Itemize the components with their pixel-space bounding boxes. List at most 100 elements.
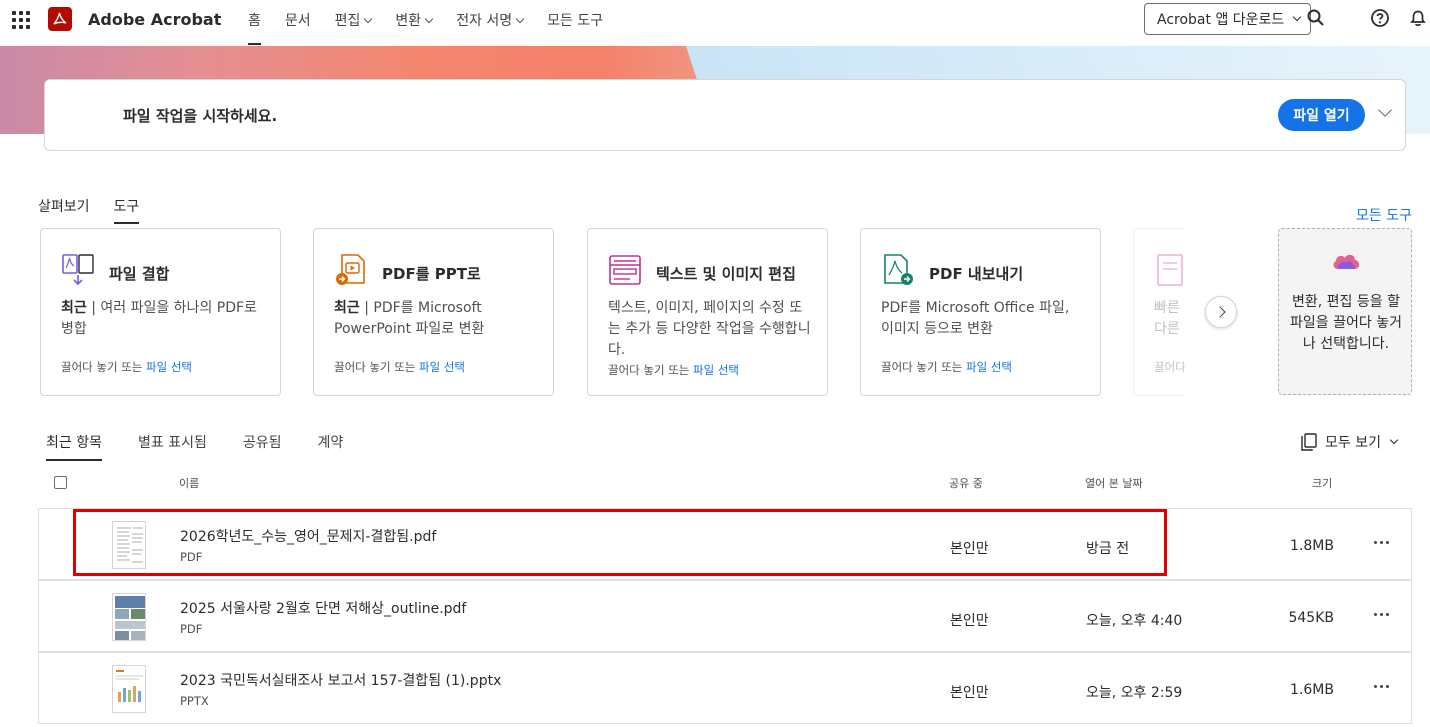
- file-name[interactable]: 2023 국민독서실태조사 보고서 157-결합됨 (1).pptx: [180, 670, 501, 690]
- nav-convert[interactable]: 변환: [395, 10, 434, 44]
- more-options-icon[interactable]: [1372, 607, 1392, 623]
- help-icon[interactable]: [1370, 8, 1390, 28]
- view-all-button[interactable]: 모두 보기: [1300, 432, 1399, 452]
- file-size: 1.8MB: [1290, 538, 1334, 554]
- tool-description: 빠른 다른: [1154, 300, 1180, 337]
- file-type: PPTX: [180, 694, 209, 708]
- nav-e-sign[interactable]: 전자 서명: [456, 10, 525, 44]
- file-thumbnail: [112, 593, 146, 641]
- search-icon[interactable]: [1306, 8, 1326, 28]
- shared-status: 본인만: [950, 685, 989, 701]
- carousel-next-button[interactable]: [1205, 296, 1237, 328]
- tool-card-pdf-to-ppt[interactable]: PDF를 PPT로 최근 | PDF를 Microsoft PowerPoint…: [313, 228, 554, 396]
- table-row[interactable]: 2023 국민독서실태조사 보고서 157-결합됨 (1).pptx PPTX …: [38, 652, 1412, 724]
- tab-agreements[interactable]: 계약: [317, 432, 343, 461]
- tool-description-text: | 여러 파일을 하나의 PDF로 병합: [61, 300, 257, 337]
- shared-status: 본인만: [950, 613, 989, 629]
- table-header: 이름 공유 중 열어 본 날짜 크기: [38, 468, 1412, 498]
- open-file-button[interactable]: 파일 열기: [1278, 99, 1365, 131]
- tool-card-partial[interactable]: 빠른 다른 끌어다: [1133, 228, 1185, 396]
- tool-description-text: PDF를 Microsoft Office 파일, 이미지 등으로 변환: [881, 300, 1070, 337]
- opened-date: 오늘, 오후 4:40: [1086, 613, 1183, 629]
- file-type: PDF: [180, 550, 203, 564]
- nav-label: 모든 도구: [547, 13, 604, 29]
- file-name[interactable]: 2026학년도_수능_영어_문제지-결합됨.pdf: [180, 526, 436, 546]
- column-header-shared[interactable]: 공유 중: [949, 475, 983, 491]
- app-switcher-icon[interactable]: [12, 11, 30, 29]
- tool-title: PDF를 PPT로: [382, 265, 481, 283]
- tab-recent[interactable]: 최근 항목: [46, 432, 102, 461]
- explore-tools-tabs: 살펴보기 도구: [38, 196, 163, 224]
- view-all-label: 모두 보기: [1325, 435, 1381, 451]
- tool-footer: 끌어다 놓기 또는 파일 선택: [334, 359, 465, 375]
- select-file-link[interactable]: 파일 선택: [693, 363, 739, 377]
- export-pdf-icon: [884, 254, 913, 285]
- tool-card-combine[interactable]: 파일 결합 최근 | 여러 파일을 하나의 PDF로 병합 끌어다 놓기 또는 …: [40, 228, 281, 396]
- nav-label: 홈: [248, 13, 261, 29]
- tab-starred[interactable]: 별표 표시됨: [138, 432, 207, 461]
- start-file-panel: 파일 작업을 시작하세요. 파일 열기: [44, 79, 1406, 151]
- column-header-opened[interactable]: 열어 본 날짜: [1085, 475, 1143, 491]
- tab-tools[interactable]: 도구: [113, 196, 139, 224]
- select-file-link[interactable]: 파일 선택: [146, 360, 192, 374]
- cloud-upload-icon: [1333, 254, 1360, 269]
- chevron-down-icon[interactable]: [1378, 103, 1392, 117]
- more-options-icon[interactable]: [1372, 679, 1392, 695]
- tool-title: 텍스트 및 이미지 편집: [656, 265, 796, 283]
- drop-zone-text: 변환, 편집 등을 할 파일을 끌어다 놓거나 선택합니다.: [1290, 294, 1402, 352]
- chevron-down-icon: [515, 14, 525, 24]
- recent-label: 최근: [61, 300, 87, 316]
- download-app-button[interactable]: Acrobat 앱 다운로드: [1144, 3, 1311, 35]
- file-thumbnail: [112, 665, 146, 713]
- slide-preview-icon: [113, 666, 145, 712]
- download-app-label: Acrobat 앱 다운로드: [1157, 12, 1285, 28]
- table-row[interactable]: 2025 서울사랑 2월호 단면 저해상_outline.pdf PDF 본인만…: [38, 580, 1412, 652]
- tool-card-edit-text-image[interactable]: 텍스트 및 이미지 편집 텍스트, 이미지, 페이지의 수정 또는 추가 등 다…: [587, 228, 828, 396]
- tool-footer: 끌어다 놓기 또는 파일 선택: [881, 359, 1012, 375]
- file-drop-zone[interactable]: 변환, 편집 등을 할 파일을 끌어다 놓거나 선택합니다.: [1278, 228, 1412, 395]
- notification-bell-icon[interactable]: [1408, 8, 1428, 28]
- column-header-size[interactable]: 크기: [1312, 475, 1332, 491]
- nav-all-tools[interactable]: 모든 도구: [547, 10, 603, 44]
- nav-documents[interactable]: 문서: [285, 10, 311, 44]
- drag-drop-text: 끌어다 놓기 또는: [334, 360, 420, 374]
- app-name[interactable]: Adobe Acrobat: [88, 10, 221, 29]
- nav-label: 변환: [395, 13, 422, 29]
- copy-pages-icon: [1301, 433, 1317, 451]
- tool-description: PDF를 Microsoft Office 파일, 이미지 등으로 변환: [881, 298, 1086, 340]
- start-prompt: 파일 작업을 시작하세요.: [123, 107, 278, 125]
- tool-description: 텍스트, 이미지, 페이지의 수정 또는 추가 등 다양한 작업을 수행합니다.: [608, 298, 813, 361]
- magazine-preview-icon: [113, 594, 145, 640]
- tool-description: 최근 | 여러 파일을 하나의 PDF로 병합: [61, 298, 266, 340]
- combine-files-icon: [62, 254, 94, 286]
- nav-label: 전자 서명: [456, 13, 513, 29]
- tool-footer: 끌어다 놓기 또는 파일 선택: [61, 359, 192, 375]
- recent-files-tabs: 최근 항목 별표 표시됨 공유됨 계약: [46, 432, 379, 461]
- file-name[interactable]: 2025 서울사랑 2월호 단면 저해상_outline.pdf: [180, 598, 466, 618]
- more-options-icon[interactable]: [1372, 535, 1392, 551]
- select-file-link[interactable]: 파일 선택: [966, 360, 1012, 374]
- column-header-name[interactable]: 이름: [179, 475, 199, 491]
- select-file-link[interactable]: 파일 선택: [419, 360, 465, 374]
- nav-home[interactable]: 홈: [248, 10, 261, 45]
- drag-drop-text: 끌어다 놓기 또는: [881, 360, 967, 374]
- select-all-checkbox[interactable]: [54, 476, 67, 489]
- nav-edit[interactable]: 편집: [335, 10, 373, 44]
- tool-description: 최근 | PDF를 Microsoft PowerPoint 파일로 변환: [334, 298, 539, 340]
- pdf-to-ppt-icon: [336, 254, 365, 285]
- tool-footer: 끌어다: [1154, 360, 1185, 374]
- all-tools-link[interactable]: 모든 도구: [1356, 205, 1412, 225]
- tab-shared[interactable]: 공유됨: [243, 432, 282, 461]
- acrobat-logo-icon[interactable]: [48, 7, 72, 31]
- recent-label: 최근: [334, 300, 360, 316]
- chevron-down-icon: [364, 14, 373, 24]
- table-row[interactable]: 2026학년도_수능_영어_문제지-결합됨.pdf PDF 본인만 방금 전 1…: [38, 508, 1412, 580]
- tool-card-export-pdf[interactable]: PDF 내보내기 PDF를 Microsoft Office 파일, 이미지 등…: [860, 228, 1101, 396]
- opened-date: 오늘, 오후 2:59: [1086, 685, 1183, 701]
- tab-explore[interactable]: 살펴보기: [38, 196, 90, 224]
- file-size: 1.6MB: [1290, 682, 1334, 698]
- document-icon: [1157, 254, 1183, 286]
- tool-title: 파일 결합: [109, 265, 170, 283]
- chevron-down-icon: [1389, 435, 1399, 445]
- file-size: 545KB: [1288, 610, 1334, 626]
